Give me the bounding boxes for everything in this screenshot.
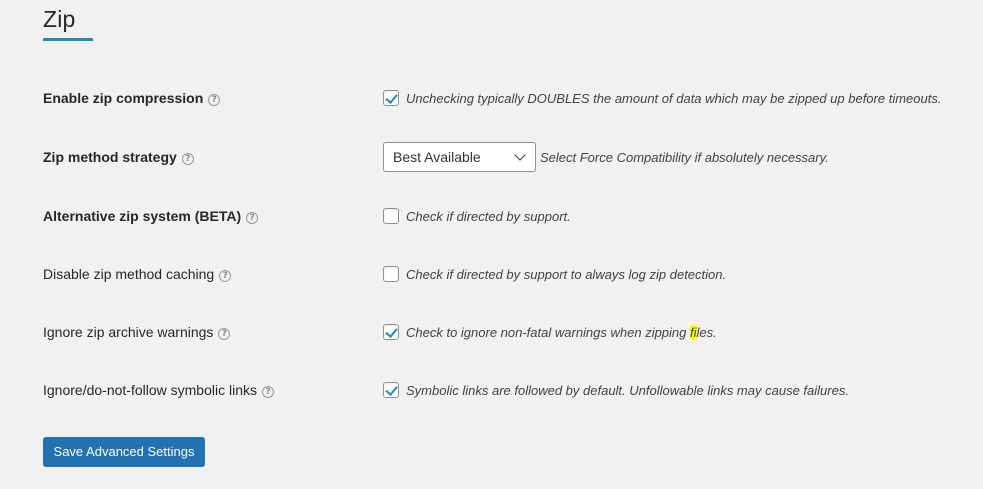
setting-description: Check if directed by support to always l… <box>406 266 727 282</box>
zip-settings-panel: Zip Enable zip compression? Unchecking t… <box>0 0 983 489</box>
help-icon[interactable]: ? <box>208 94 221 106</box>
setting-row-ignore-zip-archive-warnings: Ignore zip archive warnings? Check to ig… <box>0 317 983 347</box>
setting-label-text: Alternative zip system (BETA) <box>43 208 242 224</box>
enable-zip-compression-checkbox[interactable] <box>383 90 399 106</box>
setting-control: Best Available Select Force Compatibilit… <box>383 142 829 172</box>
setting-label-text: Zip method strategy <box>43 149 177 165</box>
setting-label-ignore-zip-archive-warnings: Ignore zip archive warnings? <box>43 317 231 347</box>
setting-row-enable-zip-compression: Enable zip compression? Unchecking typic… <box>0 83 983 113</box>
help-icon[interactable]: ? <box>246 212 259 224</box>
setting-label-disable-zip-method-caching: Disable zip method caching? <box>43 259 232 289</box>
description-text: les. <box>696 324 717 340</box>
chevron-down-icon <box>514 149 526 161</box>
section-title: Zip <box>43 6 76 32</box>
save-advanced-settings-button[interactable]: Save Advanced Settings <box>43 437 205 467</box>
help-icon[interactable]: ? <box>218 328 231 340</box>
setting-label-ignore-symbolic-links: Ignore/do-not-follow symbolic links? <box>43 375 274 405</box>
setting-description: Select Force Compatibility if absolutely… <box>540 149 829 165</box>
setting-label-zip-method-strategy: Zip method strategy? <box>43 142 194 172</box>
setting-control: Check if directed by support. <box>383 201 571 231</box>
alternative-zip-system-checkbox[interactable] <box>383 208 399 224</box>
select-value: Best Available <box>393 149 481 165</box>
setting-control: Unchecking typically DOUBLES the amount … <box>383 83 941 113</box>
setting-row-ignore-symbolic-links: Ignore/do-not-follow symbolic links? Sym… <box>0 375 983 405</box>
setting-row-zip-method-strategy: Zip method strategy? Best Available Sele… <box>0 142 983 172</box>
setting-control: Check to ignore non-fatal warnings when … <box>383 317 717 347</box>
help-icon[interactable]: ? <box>261 386 274 398</box>
setting-label-text: Ignore/do-not-follow symbolic links <box>43 382 257 398</box>
title-underline <box>43 38 93 41</box>
setting-description: Check to ignore non-fatal warnings when … <box>406 324 717 340</box>
setting-description: Unchecking typically DOUBLES the amount … <box>406 90 942 106</box>
zip-method-strategy-select[interactable]: Best Available <box>383 142 536 172</box>
help-icon[interactable]: ? <box>181 153 194 165</box>
setting-description: Symbolic links are followed by default. … <box>406 382 849 398</box>
setting-label-text: Ignore zip archive warnings <box>43 324 214 340</box>
ignore-symbolic-links-checkbox[interactable] <box>383 382 399 398</box>
setting-label-text: Disable zip method caching <box>43 266 215 282</box>
setting-control: Check if directed by support to always l… <box>383 259 726 289</box>
ignore-zip-archive-warnings-checkbox[interactable] <box>383 324 399 340</box>
setting-row-disable-zip-method-caching: Disable zip method caching? Check if dir… <box>0 259 983 289</box>
setting-label-alternative-zip-system: Alternative zip system (BETA)? <box>43 201 259 231</box>
setting-description: Check if directed by support. <box>406 208 571 224</box>
setting-row-alternative-zip-system: Alternative zip system (BETA)? Check if … <box>0 201 983 231</box>
disable-zip-method-caching-checkbox[interactable] <box>383 266 399 282</box>
help-icon[interactable]: ? <box>219 270 232 282</box>
setting-label-text: Enable zip compression <box>43 90 204 106</box>
description-text: Check to ignore non-fatal warnings when … <box>406 324 691 340</box>
setting-control: Symbolic links are followed by default. … <box>383 375 849 405</box>
setting-label-enable-zip-compression: Enable zip compression? <box>43 83 221 113</box>
